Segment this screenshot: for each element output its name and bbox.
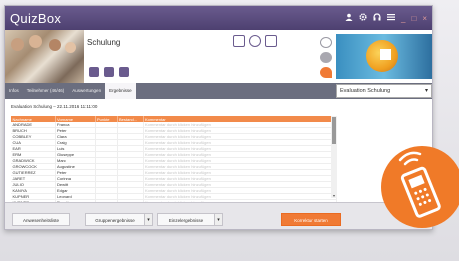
course-banner-image	[336, 34, 432, 79]
evaluation-heading: Evaluation Schulung – 22.11.2016 11:11:0…	[11, 104, 98, 109]
single-results-button[interactable]: Einzelergebnisse ▾	[157, 213, 223, 226]
app-window: QuizBox _ □ × Schulung Infos Teilnehmer …	[4, 5, 433, 230]
results-table: Nachname Vorname Punkte Bestand... Komme…	[11, 116, 337, 207]
header-actions	[233, 35, 277, 47]
footer-bar: Anwesenheitsliste Gruppenergebnisse ▾ Ei…	[5, 202, 432, 229]
table-body: ANDRADE Franca Kommentar durch klicken hin…	[11, 122, 337, 207]
scroll-down-icon[interactable]: ▾	[331, 193, 337, 198]
single-results-label: Einzelergebnisse	[168, 218, 204, 223]
broadcast-icon[interactable]	[320, 37, 332, 48]
chevron-down-icon[interactable]: ▾	[144, 213, 153, 226]
menu-icon[interactable]	[387, 13, 396, 23]
search-icon[interactable]	[249, 35, 261, 47]
edit-icon[interactable]	[265, 35, 277, 47]
group-results-button[interactable]: Gruppenergebnisse ▾	[85, 213, 153, 226]
titlebar-icons: _ □ ×	[345, 13, 427, 23]
tab-participants[interactable]: Teilnehmer (46/46)	[23, 83, 69, 99]
evaluation-select[interactable]: Evaluation Schulung ▾	[336, 84, 432, 98]
minimize-icon[interactable]: _	[401, 14, 405, 23]
app-logo: QuizBox	[10, 10, 62, 26]
banner-flag	[380, 49, 391, 60]
table-scrollbar[interactable]: ▴ ▾	[331, 116, 337, 198]
tab-results[interactable]: Ergebnisse	[105, 83, 136, 99]
maximize-icon[interactable]: □	[411, 14, 416, 23]
title-bar: QuizBox _ □ ×	[5, 6, 432, 30]
chart-icon[interactable]	[320, 67, 332, 78]
evaluation-select-value: Evaluation Schulung	[340, 88, 391, 94]
group-status-icon[interactable]	[320, 52, 332, 63]
course-photo	[5, 30, 84, 83]
copy-icon[interactable]	[119, 67, 129, 77]
header-tools	[89, 67, 129, 77]
tab-infos[interactable]: Infos	[5, 83, 23, 99]
course-header: Schulung	[5, 30, 432, 83]
course-title: Schulung	[87, 38, 121, 47]
remote-control-badge	[381, 146, 459, 228]
attendance-list-button[interactable]: Anwesenheitsliste	[12, 213, 70, 226]
help-icon[interactable]	[373, 13, 381, 23]
close-icon[interactable]: ×	[422, 14, 427, 23]
add-icon[interactable]	[233, 35, 245, 47]
results-panel: Evaluation Schulung – 22.11.2016 11:11:0…	[5, 99, 432, 207]
tab-evaluations[interactable]: Auswertungen	[68, 83, 105, 99]
calculator-icon[interactable]	[104, 67, 114, 77]
start-correction-button[interactable]: Korrektur starten	[281, 213, 341, 226]
remote-phone-icon	[398, 151, 441, 218]
chevron-down-icon[interactable]: ▾	[214, 213, 223, 226]
chevron-down-icon: ▾	[424, 88, 428, 94]
gear-icon[interactable]	[359, 13, 367, 23]
group-results-label: Gruppenergebnisse	[95, 218, 135, 223]
user-icon[interactable]	[345, 13, 353, 23]
scroll-thumb[interactable]	[332, 117, 336, 144]
group-icon[interactable]	[89, 67, 99, 77]
